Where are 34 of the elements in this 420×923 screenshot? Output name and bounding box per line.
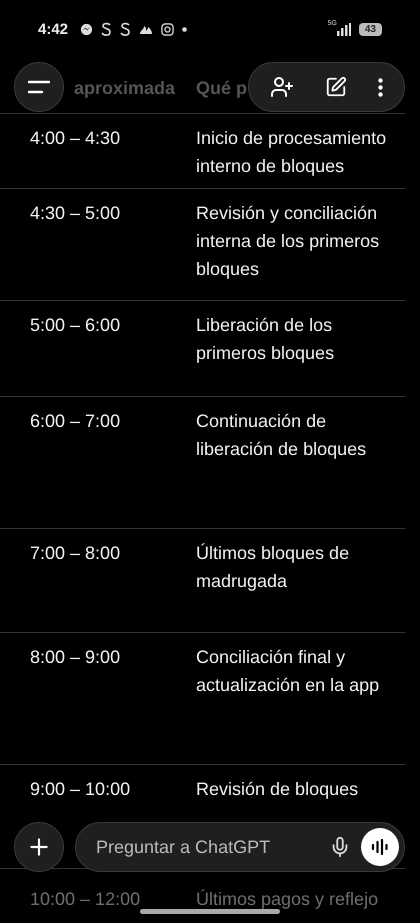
battery-level: 43 xyxy=(358,22,382,36)
description-cell-text: Últimos bloques de madrugada xyxy=(196,542,350,593)
time-cell-text: 7:00 – 8:00 xyxy=(30,542,120,565)
time-cell-text: 5:00 – 6:00 xyxy=(30,314,120,337)
time-cell-text: 9:00 – 10:00 xyxy=(30,778,130,801)
description-cell-text: Liberación de los primeros bloques xyxy=(196,314,336,365)
description-cell-text: Revisión de bloques xyxy=(196,778,360,801)
time-cell-text: 8:00 – 9:00 xyxy=(30,646,120,669)
time-cell-text: 4:00 – 4:30 xyxy=(30,127,120,150)
more-icon xyxy=(378,78,383,96)
s-logo-icon xyxy=(120,22,132,36)
time-cell-text: 6:00 – 7:00 xyxy=(30,410,120,433)
composer-bar[interactable]: Preguntar a ChatGPT xyxy=(75,822,405,872)
status-time: 4:42 xyxy=(38,20,68,38)
camera-icon xyxy=(161,22,174,36)
signal-icon xyxy=(336,22,351,36)
column-header: Qué p xyxy=(196,78,248,99)
waveform-icon xyxy=(371,839,389,855)
dot-icon xyxy=(182,26,188,32)
chat-bubble-icon xyxy=(80,22,94,36)
menu-button[interactable] xyxy=(14,62,64,112)
description-cell-text: Inicio de procesamiento interno de bloques xyxy=(196,127,388,178)
voice-button[interactable] xyxy=(361,828,399,866)
time-cell-text: 4:30 – 5:00 xyxy=(30,202,120,225)
add-button[interactable] xyxy=(14,822,64,872)
column-header: aproximada xyxy=(74,78,176,99)
description-cell-text: Revisión y conciliación interna de los primeros bloques xyxy=(196,202,380,281)
description-cell-text: Conciliación final y actualización en la app xyxy=(196,646,380,697)
s-logo-icon xyxy=(101,22,112,36)
description-cell-text: Últimos pagos y reflejo xyxy=(196,888,380,911)
menu-icon xyxy=(28,80,50,94)
description-cell-text: Continuación de liberación de bloques xyxy=(196,410,368,461)
message-field[interactable]: Preguntar a ChatGPT xyxy=(94,836,319,858)
time-cell-text: 10:00 – 12:00 xyxy=(30,888,140,911)
